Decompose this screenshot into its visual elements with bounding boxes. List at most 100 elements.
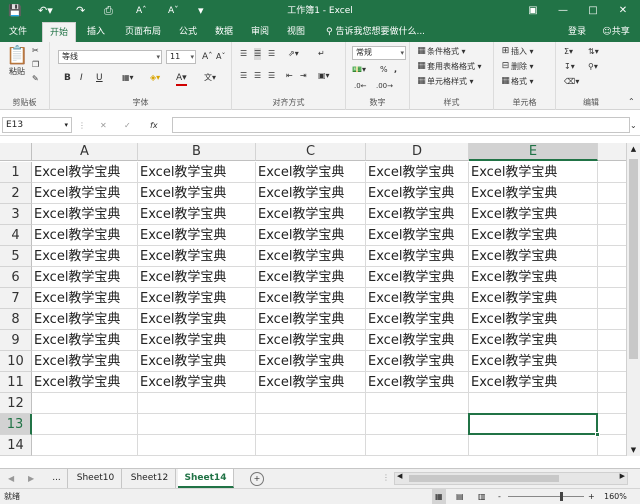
scroll-left-icon[interactable]: ◀: [397, 472, 402, 480]
grid-cell[interactable]: Excel教学宝典: [366, 372, 469, 393]
grid-cell[interactable]: [32, 393, 138, 414]
grid-cell[interactable]: Excel教学宝典: [32, 330, 138, 351]
grid-cell[interactable]: Excel教学宝典: [256, 204, 366, 225]
scroll-up-icon[interactable]: ▲: [627, 143, 640, 155]
grid-cell[interactable]: Excel教学宝典: [256, 309, 366, 330]
borders-icon[interactable]: ▦▾: [122, 72, 134, 84]
sort-filter-icon[interactable]: ⇅▾: [588, 46, 599, 58]
orientation-icon[interactable]: ⇗▾: [288, 48, 299, 60]
grid-cell[interactable]: Excel教学宝典: [469, 309, 598, 330]
grid-cell[interactable]: [256, 435, 366, 456]
zoom-level[interactable]: 160%: [604, 489, 627, 504]
accounting-format-icon[interactable]: 💵▾: [352, 64, 366, 76]
align-top-icon[interactable]: ☰: [240, 48, 247, 60]
maximize-icon[interactable]: □: [578, 0, 608, 22]
grid-cell[interactable]: [598, 288, 626, 309]
align-right-icon[interactable]: ☰: [268, 70, 275, 82]
grid-cell[interactable]: Excel教学宝典: [256, 225, 366, 246]
tab-data[interactable]: 数据: [208, 22, 240, 42]
grid-cell[interactable]: Excel教学宝典: [138, 267, 256, 288]
grid-cell[interactable]: Excel教学宝典: [469, 267, 598, 288]
row-header-6[interactable]: 6: [0, 267, 32, 288]
align-left-icon[interactable]: ☰: [240, 70, 247, 82]
row-header-9[interactable]: 9: [0, 330, 32, 351]
grid-cell[interactable]: [598, 246, 626, 267]
shrink-font-button[interactable]: Aˇ: [216, 51, 225, 63]
grid-cell[interactable]: Excel教学宝典: [366, 267, 469, 288]
merge-center-icon[interactable]: ▣▾: [318, 70, 330, 82]
grid-cell[interactable]: Excel教学宝典: [138, 351, 256, 372]
align-center-icon[interactable]: ☰: [254, 70, 261, 82]
grid-cell[interactable]: Excel教学宝典: [366, 309, 469, 330]
more-sheets-button[interactable]: ...: [46, 469, 68, 488]
prev-sheet-icon[interactable]: ◀: [8, 473, 14, 485]
insert-cells-button[interactable]: ⊞ 插入 ▾: [500, 46, 534, 58]
number-format-select[interactable]: 常规 ▾: [352, 46, 406, 60]
grid-cell[interactable]: Excel教学宝典: [366, 204, 469, 225]
collapse-ribbon-icon[interactable]: ⌃: [628, 96, 635, 108]
select-all-corner[interactable]: [0, 143, 32, 161]
autosum-icon[interactable]: Σ▾: [564, 46, 573, 58]
fill-handle[interactable]: [595, 432, 600, 437]
row-header-1[interactable]: 1: [0, 162, 32, 183]
column-header-c[interactable]: C: [256, 143, 366, 161]
confirm-entry-icon[interactable]: ✓: [124, 120, 131, 132]
grid-cell[interactable]: Excel教学宝典: [256, 183, 366, 204]
grid-cell[interactable]: Excel教学宝典: [32, 372, 138, 393]
grid-cell[interactable]: Excel教学宝典: [32, 225, 138, 246]
vertical-scrollbar[interactable]: ▲ ▼: [626, 143, 640, 456]
grid-cell[interactable]: [366, 435, 469, 456]
add-sheet-button[interactable]: +: [250, 472, 264, 486]
grid-cell[interactable]: Excel教学宝典: [138, 183, 256, 204]
grid-cell[interactable]: Excel教学宝典: [469, 183, 598, 204]
grid-cell[interactable]: Excel教学宝典: [469, 351, 598, 372]
normal-view-icon[interactable]: ▦: [432, 489, 446, 504]
grid-cell[interactable]: Excel教学宝典: [366, 225, 469, 246]
tab-view[interactable]: 视图: [280, 22, 312, 42]
grid-cell[interactable]: Excel教学宝典: [256, 162, 366, 183]
tab-home[interactable]: 开始: [42, 22, 76, 42]
italic-button[interactable]: I: [80, 72, 83, 84]
bold-button[interactable]: B: [64, 72, 71, 84]
tab-formulas[interactable]: 公式: [172, 22, 204, 42]
grid-cell[interactable]: Excel教学宝典: [366, 351, 469, 372]
increase-indent-icon[interactable]: ⇥: [300, 70, 307, 82]
tab-page-layout[interactable]: 页面布局: [118, 22, 168, 42]
grid-cell[interactable]: [598, 435, 626, 456]
column-header-b[interactable]: B: [138, 143, 256, 161]
copy-icon[interactable]: ❐: [32, 59, 39, 71]
grid-cell[interactable]: [598, 162, 626, 183]
grid-cell[interactable]: [598, 204, 626, 225]
grid-cell[interactable]: Excel教学宝典: [138, 204, 256, 225]
grid-cell[interactable]: Excel教学宝典: [256, 246, 366, 267]
row-header-8[interactable]: 8: [0, 309, 32, 330]
share-button[interactable]: ☺共享: [594, 22, 638, 42]
row-header-7[interactable]: 7: [0, 288, 32, 309]
decrease-decimal-icon[interactable]: .00→: [376, 80, 393, 92]
scroll-down-icon[interactable]: ▼: [627, 444, 640, 456]
grid-cell[interactable]: Excel教学宝典: [469, 330, 598, 351]
increase-decimal-icon[interactable]: .0←: [354, 80, 367, 92]
minimize-icon[interactable]: —: [548, 0, 578, 22]
formula-input[interactable]: [172, 117, 630, 133]
ribbon-display-options-icon[interactable]: ▣: [518, 0, 548, 22]
decrease-indent-icon[interactable]: ⇤: [286, 70, 293, 82]
grid-cell[interactable]: [598, 351, 626, 372]
name-box[interactable]: E13 ▾: [2, 117, 72, 133]
tell-me-search[interactable]: ⚲ 告诉我您想要做什么...: [326, 22, 436, 42]
row-header-14[interactable]: 14: [0, 435, 32, 456]
zoom-out-button[interactable]: -: [498, 489, 501, 504]
paste-button[interactable]: 📋 粘贴: [6, 46, 28, 78]
grid-cell[interactable]: Excel教学宝典: [32, 183, 138, 204]
page-break-view-icon[interactable]: ▥: [478, 489, 486, 504]
grid-cell[interactable]: Excel教学宝典: [138, 372, 256, 393]
row-header-11[interactable]: 11: [0, 372, 32, 393]
grid-cell[interactable]: Excel教学宝典: [366, 183, 469, 204]
zoom-in-button[interactable]: +: [588, 489, 595, 504]
grid-cell[interactable]: [598, 267, 626, 288]
next-sheet-icon[interactable]: ▶: [28, 473, 34, 485]
grid-cell[interactable]: Excel教学宝典: [366, 288, 469, 309]
tab-file[interactable]: 文件: [2, 22, 34, 42]
grid-cell[interactable]: Excel教学宝典: [32, 351, 138, 372]
grid-cell[interactable]: [256, 393, 366, 414]
